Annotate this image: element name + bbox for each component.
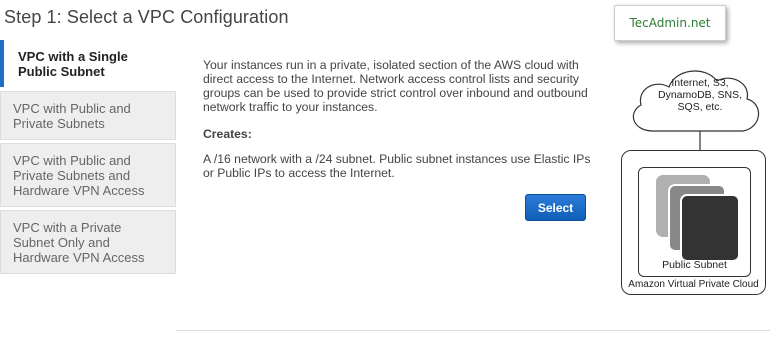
creates-description: A /16 network with a /24 subnet. Public … [203, 152, 591, 180]
cloud-label-line: SQS, etc. [677, 101, 723, 113]
page-title: Step 1: Select a VPC Configuration [4, 7, 289, 27]
cloud-label: Internet, S3, DynamoDB, SNS, SQS, etc. [645, 77, 755, 113]
sidebar-item-public-private-subnets[interactable]: VPC with Public and Private Subnets [0, 91, 176, 140]
subnet-box: Public Subnet [638, 167, 751, 277]
instance-icon [680, 194, 740, 262]
cloud-label-line: Internet, S3, [671, 77, 729, 89]
cloud-label-line: DynamoDB, SNS, [657, 89, 743, 101]
config-description: Your instances run in a private, isolate… [203, 58, 588, 114]
select-button[interactable]: Select [525, 194, 586, 221]
sidebar-item-public-private-vpn[interactable]: VPC with Public and Private Subnets and … [0, 143, 176, 207]
vpc-config-sidebar: VPC with a Single Public Subnet VPC with… [0, 40, 176, 277]
vpc-box: Public Subnet Amazon Virtual Private Clo… [621, 150, 766, 295]
sidebar-item-label: VPC with Public and Private Subnets and … [13, 152, 145, 198]
subnet-label: Public Subnet [662, 259, 727, 271]
watermark-label: TecAdmin.net [614, 5, 726, 41]
sidebar-item-label: VPC with Public and Private Subnets [13, 100, 131, 131]
creates-heading: Creates: [203, 127, 252, 141]
sidebar-item-label: VPC with a Single Public Subnet [18, 48, 128, 79]
sidebar-item-single-public-subnet[interactable]: VPC with a Single Public Subnet [0, 40, 176, 87]
vpc-label: Amazon Virtual Private Cloud [628, 279, 759, 290]
sidebar-item-private-vpn[interactable]: VPC with a Private Subnet Only and Hardw… [0, 210, 176, 274]
sidebar-item-label: VPC with a Private Subnet Only and Hardw… [13, 219, 145, 265]
vpc-diagram: Internet, S3, DynamoDB, SNS, SQS, etc. P… [615, 55, 770, 300]
